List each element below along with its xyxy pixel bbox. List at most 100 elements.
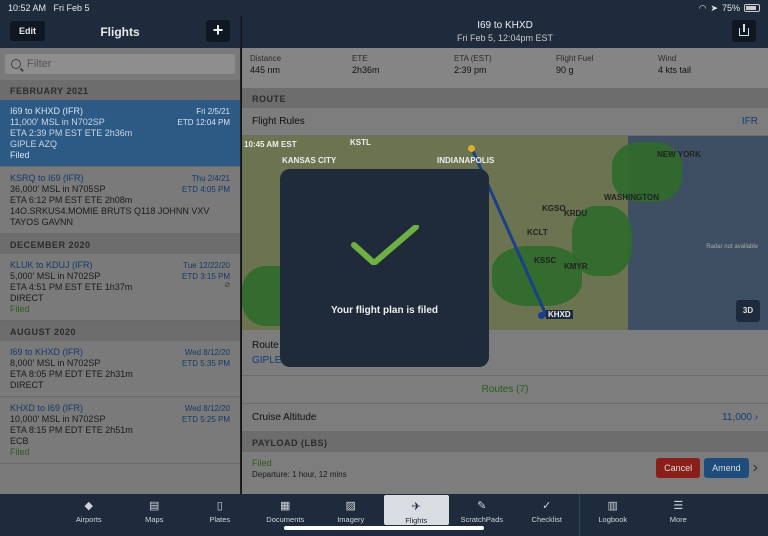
add-flight-button[interactable]: + xyxy=(206,20,230,42)
flight-alt: 36,000' MSL in N705SP xyxy=(10,184,106,194)
tab-bar: ◆ Airports ▤ Maps ▯ Plates ▦ Documents ▨ Imag… xyxy=(0,494,768,536)
departure-countdown: Departure: 1 hour, 12 mins xyxy=(252,469,347,479)
stat-value: 4 kts tail xyxy=(658,65,692,75)
flight-item[interactable]: I69 to KHXD (IFR) Wed 8/12/20 8,000' MSL … xyxy=(0,341,240,397)
battery-icon xyxy=(744,4,760,12)
cruise-altitude-label: Cruise Altitude xyxy=(252,412,317,423)
airports-icon: ◆ xyxy=(84,500,93,512)
map-label-kgso: KGSO xyxy=(542,204,566,213)
flight-path: DIRECT xyxy=(10,293,44,303)
stat-value: 90 g xyxy=(556,65,574,75)
map-label-indianapolis: INDIANAPOLIS xyxy=(437,156,495,165)
stat-distance: Distance 445 nm xyxy=(250,54,352,82)
flight-status: Filed xyxy=(10,150,30,160)
airplane-icon: ✈ xyxy=(411,501,421,513)
flight-item[interactable]: KHXD to I69 (IFR) Wed 8/12/20 10,000' MSL… xyxy=(0,397,240,464)
tab-airports[interactable]: ◆ Airports xyxy=(56,494,122,536)
flight-item[interactable]: KSRQ to I69 (IFR) Thu 2/4/21 36,000' MSL … xyxy=(0,167,240,234)
flight-etd: ETD 12:04 PM xyxy=(177,118,230,127)
flight-alt: 8,000' MSL in N702SP xyxy=(10,358,101,368)
filter-placeholder: Filter xyxy=(27,58,52,70)
tab-label: ScratchPads xyxy=(460,515,504,524)
stat-eta: ETA (EST) 2:39 pm xyxy=(454,54,556,82)
tab-logbook[interactable]: ▥ Logbook xyxy=(580,494,646,536)
tab-label: Checklist xyxy=(531,515,562,524)
stat-label: ETA (EST) xyxy=(454,54,492,63)
share-button[interactable] xyxy=(732,20,756,42)
detail-subtitle: Fri Feb 5, 12:04pm EST xyxy=(456,33,554,43)
cancel-button[interactable]: Cancel xyxy=(656,458,701,478)
flight-eta: ETA 8:15 PM EDT ETE 2h51m xyxy=(10,425,133,435)
payload-section-header: PAYLOAD (LBS) xyxy=(242,432,768,452)
flight-item[interactable]: KLUK to KDUJ (IFR) Tue 12/22/20 5,000' MS… xyxy=(0,254,240,321)
flight-date: Fri 2/5/21 xyxy=(196,107,230,116)
stat-label: ETE xyxy=(352,54,368,63)
3d-button[interactable]: 3D xyxy=(736,300,760,322)
flight-alt: 5,000' MSL in N702SP xyxy=(10,271,101,281)
search-wrap: Filter xyxy=(0,48,240,80)
flight-rules-row[interactable]: Flight Rules IFR xyxy=(242,108,768,136)
flights-header: Edit Flights + xyxy=(0,16,240,48)
search-icon xyxy=(11,59,21,69)
routes-link[interactable]: Routes (7) xyxy=(242,376,768,404)
map-label-kstl: KSTL xyxy=(350,138,371,147)
cruise-altitude-row[interactable]: Cruise Altitude 11,000 › xyxy=(242,404,768,432)
checkmark-icon xyxy=(351,225,419,265)
flight-alt: 10,000' MSL in N702SP xyxy=(10,414,106,424)
radar-note: Radar not available xyxy=(706,244,758,250)
flight-status: Filed xyxy=(10,447,30,457)
tab-flights[interactable]: ✈ Flights xyxy=(383,495,449,525)
flight-path: ECB xyxy=(10,436,29,446)
map-label-khxd: KHXD xyxy=(546,310,573,319)
tab-checklist[interactable]: ✓ Checklist xyxy=(515,494,580,536)
detail-title: I69 to KHXD xyxy=(477,20,533,31)
flight-stats: Distance 445 nm ETE 2h36m ETA (EST) 2:39 pm… xyxy=(242,48,768,88)
filing-status: Filed xyxy=(252,457,272,468)
tab-label: Documents xyxy=(266,515,305,524)
logbook-icon: ▥ xyxy=(607,500,618,512)
map-label-kansas-city: KANSAS CITY xyxy=(282,156,337,165)
tab-maps[interactable]: ▤ Maps xyxy=(122,494,188,536)
section-header: AUGUST 2020 xyxy=(0,321,240,341)
stat-value: 445 nm xyxy=(250,65,281,75)
tab-label: Logbook xyxy=(598,515,628,524)
flight-status: Filed xyxy=(10,304,30,314)
flight-eta: ETA 6:12 PM EST ETE 2h08m xyxy=(10,195,133,205)
wifi-icon: ◠ xyxy=(698,2,707,13)
filter-input[interactable]: Filter xyxy=(5,54,235,74)
plates-icon: ▯ xyxy=(216,500,223,512)
tab-more[interactable]: ☰ More xyxy=(646,494,712,536)
flight-item[interactable]: I69 to KHXD (IFR) Fri 2/5/21 11,000' MSL … xyxy=(0,100,240,167)
tab-plates[interactable]: ▯ Plates xyxy=(187,494,253,536)
route-label: Route xyxy=(252,339,279,351)
maps-icon: ▤ xyxy=(149,500,160,512)
stat-wind: Wind 4 kts tail xyxy=(658,54,760,82)
flight-rules-value: IFR xyxy=(741,116,758,127)
location-icon: ➤ xyxy=(710,2,718,13)
amend-button[interactable]: Amend xyxy=(704,458,749,478)
flight-date: Tue 12/22/20 xyxy=(183,261,230,270)
flight-eta: ETA 8:05 PM EDT ETE 2h31m xyxy=(10,369,133,379)
documents-icon: ▦ xyxy=(280,500,291,512)
edit-button[interactable]: Edit xyxy=(10,21,45,41)
cruise-altitude-value: 11,000 › xyxy=(722,412,758,423)
tab-label: Plates xyxy=(209,515,231,524)
cruise-altitude-number: 11,000 xyxy=(722,412,752,423)
flight-plan-filed-modal: Your flight plan is filed xyxy=(280,169,489,367)
flight-etd: ETD 5:25 PM xyxy=(181,415,230,424)
stat-label: Wind xyxy=(658,54,677,63)
stat-label: Distance xyxy=(250,54,282,63)
flight-date: Wed 8/12/20 xyxy=(184,348,230,357)
waypoint-marker xyxy=(538,312,545,319)
section-header: DECEMBER 2020 xyxy=(0,234,240,254)
tab-label: Maps xyxy=(145,515,164,524)
chevron-right-icon: › xyxy=(752,459,758,476)
flight-route: KSRQ to I69 (IFR) xyxy=(10,173,84,183)
home-indicator xyxy=(284,526,484,530)
detail-header: I69 to KHXD Fri Feb 5, 12:04pm EST xyxy=(242,16,768,48)
stat-value: 2:39 pm xyxy=(454,65,487,75)
chevron-right-icon: › xyxy=(754,412,758,423)
map-label-new-york: NEW YORK xyxy=(657,150,701,159)
menu-icon: ☰ xyxy=(673,500,684,512)
tab-label: Imagery xyxy=(337,515,365,524)
